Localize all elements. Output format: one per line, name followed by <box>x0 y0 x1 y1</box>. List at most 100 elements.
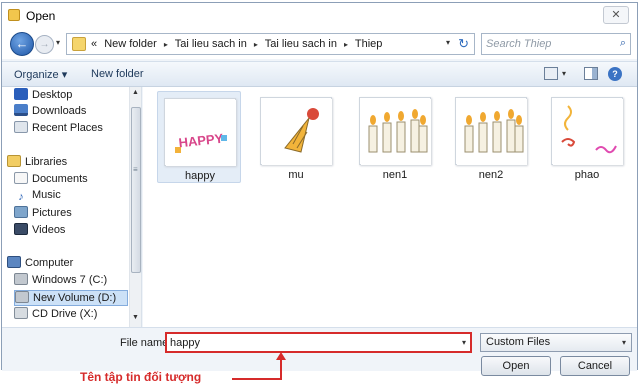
sidebar-item-libraries[interactable]: Libraries <box>7 155 67 171</box>
back-button[interactable]: ← <box>10 32 34 56</box>
scroll-up-icon[interactable]: ▲ <box>132 89 139 96</box>
happy-candles-icon: HAPPY <box>166 100 236 166</box>
party-hat-icon <box>262 99 332 165</box>
birthday-candles-icon <box>361 99 431 165</box>
new-folder-button[interactable]: New folder <box>91 68 144 80</box>
file-item-nen2[interactable]: nen2 <box>449 91 533 183</box>
organize-button[interactable]: Organize ▾ <box>14 68 67 81</box>
sidebar-item-computer[interactable]: Computer <box>7 256 73 272</box>
file-name-combobox[interactable]: ▾ <box>165 332 472 353</box>
file-name: mu <box>288 169 304 181</box>
file-type-value: Custom Files <box>486 336 551 348</box>
callout-arrow-line <box>280 358 282 380</box>
change-view-icon[interactable] <box>544 67 558 80</box>
callout-arrow-line <box>232 378 281 380</box>
sidebar-item-downloads[interactable]: Downloads <box>14 104 86 120</box>
file-item-nen1[interactable]: nen1 <box>353 91 437 183</box>
preview-pane-icon[interactable] <box>584 67 598 80</box>
breadcrumb-separator-icon[interactable]: ▸ <box>254 40 258 49</box>
address-bar[interactable]: « New folder ▸ Tai lieu sach in ▸ Tai li… <box>66 33 475 55</box>
search-input[interactable] <box>486 37 606 51</box>
streamers-icon <box>553 99 623 165</box>
open-dialog: Open ✕ ← → ▾ « New folder ▸ Tai lieu sac… <box>1 2 638 376</box>
sidebar-item-windows-7-c[interactable]: Windows 7 (C:) <box>14 273 107 289</box>
breadcrumb-new-folder[interactable]: New folder <box>104 38 157 50</box>
recent-places-icon <box>14 121 28 133</box>
sidebar-item-label: Recent Places <box>32 122 103 134</box>
breadcrumb-tai-lieu-sach-in[interactable]: Tai lieu sach in <box>175 38 247 50</box>
scroll-grip-icon: ≡ <box>133 165 138 174</box>
libraries-icon <box>7 155 21 167</box>
file-item-happy[interactable]: HAPPY happy <box>157 91 241 183</box>
file-type-dropdown-icon[interactable]: ▾ <box>622 338 626 347</box>
sidebar-item-label: Libraries <box>25 156 68 168</box>
open-button[interactable]: Open <box>481 356 551 376</box>
file-type-select[interactable]: Custom Files ▾ <box>480 333 632 352</box>
breadcrumb-thiep[interactable]: Thiep <box>355 38 383 50</box>
breadcrumb: « New folder ▸ Tai lieu sach in ▸ Tai li… <box>91 38 386 50</box>
birthday-candles-icon <box>457 99 527 165</box>
search-box[interactable]: ⌕ <box>481 33 631 55</box>
party-hat-thumbnail <box>260 97 332 165</box>
sidebar-item-pictures[interactable]: Pictures <box>14 206 72 222</box>
downloads-icon <box>14 104 28 116</box>
view-options-dropdown[interactable]: ▾ <box>562 69 566 78</box>
file-name-label: File name: <box>120 337 172 349</box>
breadcrumb-separator-icon[interactable]: ▸ <box>344 40 348 49</box>
sidebar-item-label: Windows 7 (C:) <box>32 274 108 286</box>
folder-icon <box>72 37 86 51</box>
sidebar-item-cd-drive-x[interactable]: CD Drive (X:) <box>14 307 97 323</box>
sidebar-item-label: CD Drive (X:) <box>32 308 98 320</box>
recent-locations-dropdown[interactable]: ▾ <box>56 38 60 47</box>
birthday-candles-thumbnail <box>455 97 527 165</box>
breadcrumb-overflow[interactable]: « <box>91 38 97 50</box>
sidebar-item-documents[interactable]: Documents <box>14 172 88 188</box>
window-title: Open <box>26 9 56 23</box>
pictures-icon <box>14 206 28 218</box>
drive-icon <box>15 291 29 303</box>
sidebar-item-new-volume-d[interactable]: New Volume (D:) <box>14 290 128 306</box>
file-list: HAPPY happy mu nen1 nen2 phao <box>143 87 637 327</box>
sidebar-item-label: Music <box>32 189 61 201</box>
happy-text-candles-thumbnail: HAPPY <box>164 98 236 166</box>
computer-icon <box>7 256 21 268</box>
sidebar-item-videos[interactable]: Videos <box>14 223 65 239</box>
navigation-bar: ← → ▾ « New folder ▸ Tai lieu sach in ▸ … <box>2 29 637 59</box>
search-icon[interactable]: ⌕ <box>620 37 626 50</box>
breadcrumb-separator-icon[interactable]: ▸ <box>164 40 168 49</box>
sidebar-item-label: Videos <box>32 224 66 236</box>
address-dropdown-icon[interactable]: ▾ <box>446 38 450 47</box>
cd-drive-icon <box>14 307 28 319</box>
cancel-button[interactable]: Cancel <box>560 356 630 376</box>
app-icon <box>8 9 20 21</box>
sidebar-item-label: Documents <box>32 173 88 185</box>
file-name-input[interactable] <box>170 336 450 350</box>
file-name-panel: File name: ▾ Custom Files ▾ Open Cancel <box>2 327 637 376</box>
documents-icon <box>14 172 28 184</box>
callout-annotation: Tên tập tin đối tượng <box>80 370 202 384</box>
file-item-phao[interactable]: phao <box>545 91 629 183</box>
file-name: phao <box>574 169 600 181</box>
navigation-scrollbar[interactable]: ▲ ≡ ▼ <box>129 87 141 327</box>
sidebar-item-label: Computer <box>25 257 74 269</box>
sidebar-item-recent-places[interactable]: Recent Places <box>14 121 103 137</box>
breadcrumb-tai-lieu-sach-in-2[interactable]: Tai lieu sach in <box>265 38 337 50</box>
streamers-thumbnail <box>551 97 623 165</box>
refresh-icon[interactable]: ↻ <box>458 36 469 52</box>
sidebar-item-label: Pictures <box>32 207 72 219</box>
title-bar: Open ✕ <box>2 3 637 29</box>
sidebar-item-music[interactable]: ♪ Music <box>14 189 61 205</box>
drive-icon <box>14 273 28 285</box>
scroll-thumb[interactable] <box>131 107 141 273</box>
help-icon[interactable]: ? <box>608 67 622 81</box>
file-name-dropdown-icon[interactable]: ▾ <box>462 338 466 347</box>
navigation-pane: Desktop Downloads Recent Places Librarie… <box>2 87 142 327</box>
videos-icon <box>14 223 28 235</box>
sidebar-item-label: Desktop <box>32 89 73 101</box>
close-button[interactable]: ✕ <box>603 6 629 24</box>
file-item-mu[interactable]: mu <box>254 91 338 183</box>
file-name: nen2 <box>478 169 504 181</box>
scroll-down-icon[interactable]: ▼ <box>132 314 139 321</box>
sidebar-item-desktop[interactable]: Desktop <box>14 88 72 104</box>
forward-button[interactable]: → <box>35 35 54 54</box>
